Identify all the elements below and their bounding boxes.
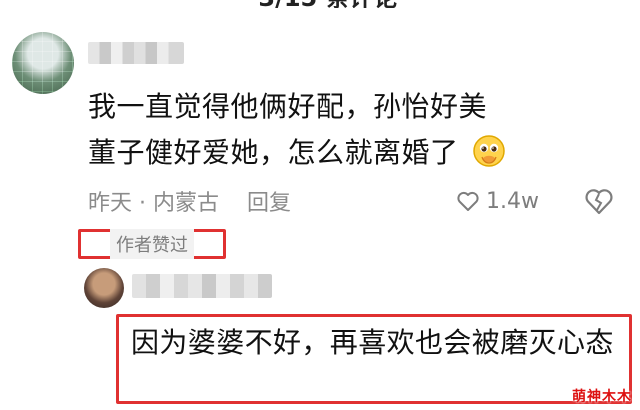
comment-time: 昨天 [88, 191, 133, 216]
author-liked-highlight: 作者赞过 [78, 229, 226, 259]
broken-heart-icon[interactable] [584, 186, 614, 216]
author-liked-badge: 作者赞过 [110, 229, 194, 259]
comment-time-location: 昨天 · 内蒙古 [88, 185, 219, 217]
meta-separator: · [139, 191, 147, 216]
replier-username-mosaic [132, 274, 272, 298]
pleading-face-emoji-icon [473, 135, 505, 167]
watermark: 萌神木木 [572, 389, 632, 405]
heart-outline-icon [457, 191, 479, 211]
comment-meta: 昨天 · 内蒙古 回复 [88, 184, 291, 218]
replier-avatar[interactable] [84, 268, 124, 308]
comment-text: 我一直觉得他俩好配，孙怡好美董子健好爱她，怎么就离婚了 [88, 84, 508, 176]
comment-location: 内蒙古 [153, 191, 220, 216]
comment-body: 我一直觉得他俩好配，孙怡好美董子健好爱她，怎么就离婚了 [88, 90, 488, 169]
reply-button[interactable]: 回复 [247, 185, 291, 217]
like-button[interactable]: 1.4w [456, 184, 539, 218]
page-title: 3/15 条评论 [228, 0, 428, 8]
commenter-avatar[interactable] [12, 32, 74, 94]
like-count: 1.4w [486, 188, 539, 214]
reply-highlight-box: 因为婆婆不好，再喜欢也会被磨灭心态 [116, 314, 632, 404]
reply-text: 因为婆婆不好，再喜欢也会被磨灭心态 [131, 326, 614, 359]
commenter-username-mosaic [88, 42, 184, 64]
avatar-mosaic [12, 32, 74, 94]
